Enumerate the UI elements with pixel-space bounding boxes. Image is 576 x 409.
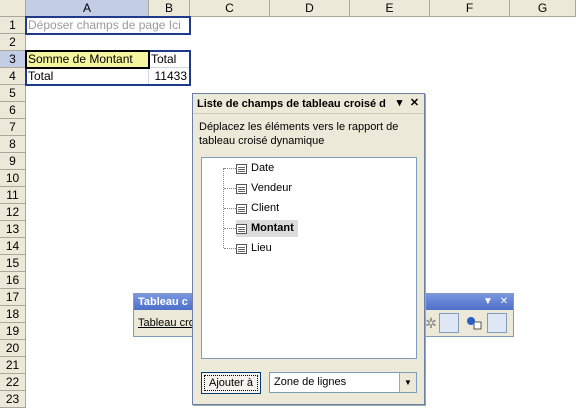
field-item-client[interactable]: Client	[236, 200, 283, 217]
panel-close-icon[interactable]: ✕	[408, 97, 421, 110]
row-header[interactable]: 15	[0, 255, 26, 272]
tree-branch	[224, 248, 236, 249]
toolbar-close-icon[interactable]: ✕	[497, 295, 511, 309]
field-icon	[236, 224, 247, 234]
field-label: Vendeur	[251, 182, 292, 194]
cell-b4[interactable]: 11433	[149, 68, 190, 85]
field-item-date[interactable]: Date	[236, 160, 278, 177]
field-list-titlebar[interactable]: Liste de champs de tableau croisé d ▾ ✕	[193, 94, 424, 114]
row-header[interactable]: 7	[0, 119, 26, 136]
row-header[interactable]: 21	[0, 357, 26, 374]
row-header[interactable]: 12	[0, 204, 26, 221]
row-header[interactable]: 11	[0, 187, 26, 204]
column-header-f[interactable]: F	[430, 0, 510, 17]
field-label: Date	[251, 162, 275, 174]
row-header[interactable]: 16	[0, 272, 26, 289]
zone-select[interactable]: Zone de lignes ▼	[269, 372, 417, 393]
field-list-title: Liste de champs de tableau croisé d	[197, 98, 386, 110]
row-header[interactable]: 8	[0, 136, 26, 153]
row-header[interactable]: 2	[0, 34, 26, 51]
column-header-b[interactable]: B	[149, 0, 190, 17]
field-item-montant[interactable]: Montant	[236, 220, 298, 237]
column-header-e[interactable]: E	[350, 0, 430, 17]
field-list-description: Déplacez les éléments vers le rapport de…	[199, 121, 399, 147]
row-header[interactable]: 14	[0, 238, 26, 255]
column-header-a[interactable]: A	[26, 0, 149, 17]
tree-branch	[224, 168, 236, 169]
panel-options-icon[interactable]: ▾	[393, 97, 406, 110]
tree-branch	[224, 208, 236, 209]
cell-a1[interactable]: Déposer champs de page Ici	[26, 17, 190, 34]
field-label: Montant	[251, 222, 294, 234]
pivot-field-list-panel[interactable]: Liste de champs de tableau croisé d ▾ ✕ …	[192, 93, 425, 405]
cell-a3[interactable]: Somme de Montant	[26, 51, 149, 68]
field-icon	[236, 204, 247, 214]
column-header-d[interactable]: D	[270, 0, 350, 17]
row-header[interactable]: 1	[0, 17, 26, 34]
field-item-lieu[interactable]: Lieu	[236, 240, 276, 257]
field-label: Lieu	[251, 242, 272, 254]
field-icon	[236, 244, 247, 254]
row-header[interactable]: 19	[0, 323, 26, 340]
row-header[interactable]: 9	[0, 153, 26, 170]
chevron-down-icon[interactable]: ▼	[399, 373, 416, 392]
row-header[interactable]: 22	[0, 374, 26, 391]
tree-branch	[224, 228, 236, 229]
field-list-toggle-icon[interactable]	[487, 313, 507, 333]
pivot-table-menu[interactable]: Tableau cro	[138, 317, 195, 329]
zone-select-value: Zone de lignes	[274, 376, 347, 388]
field-list-box[interactable]: Date Vendeur Client Montant Lieu	[201, 157, 417, 359]
select-all-corner[interactable]	[0, 0, 26, 17]
column-header-g[interactable]: G	[510, 0, 576, 17]
field-icon	[236, 184, 247, 194]
row-header[interactable]: 18	[0, 306, 26, 323]
toolbar-options-icon[interactable]: ▼	[481, 295, 495, 309]
column-header-c[interactable]: C	[190, 0, 270, 17]
field-label: Client	[251, 202, 280, 214]
row-header[interactable]: 20	[0, 340, 26, 357]
row-header[interactable]: 23	[0, 391, 26, 408]
field-icon	[236, 164, 247, 174]
show-detail-icon[interactable]	[464, 313, 484, 333]
row-header[interactable]: 17	[0, 289, 26, 306]
add-to-button[interactable]: Ajouter à	[201, 372, 261, 394]
tree-branch	[224, 188, 236, 189]
row-header[interactable]: 6	[0, 102, 26, 119]
row-header[interactable]: 10	[0, 170, 26, 187]
row-header[interactable]: 13	[0, 221, 26, 238]
cell-b3[interactable]: Total	[149, 51, 190, 68]
field-settings-icon[interactable]	[439, 313, 459, 333]
row-header[interactable]: 3	[0, 51, 26, 68]
row-header[interactable]: 5	[0, 85, 26, 102]
cell-a4[interactable]: Total	[26, 68, 149, 85]
field-item-vendeur[interactable]: Vendeur	[236, 180, 296, 197]
row-header[interactable]: 4	[0, 68, 26, 85]
